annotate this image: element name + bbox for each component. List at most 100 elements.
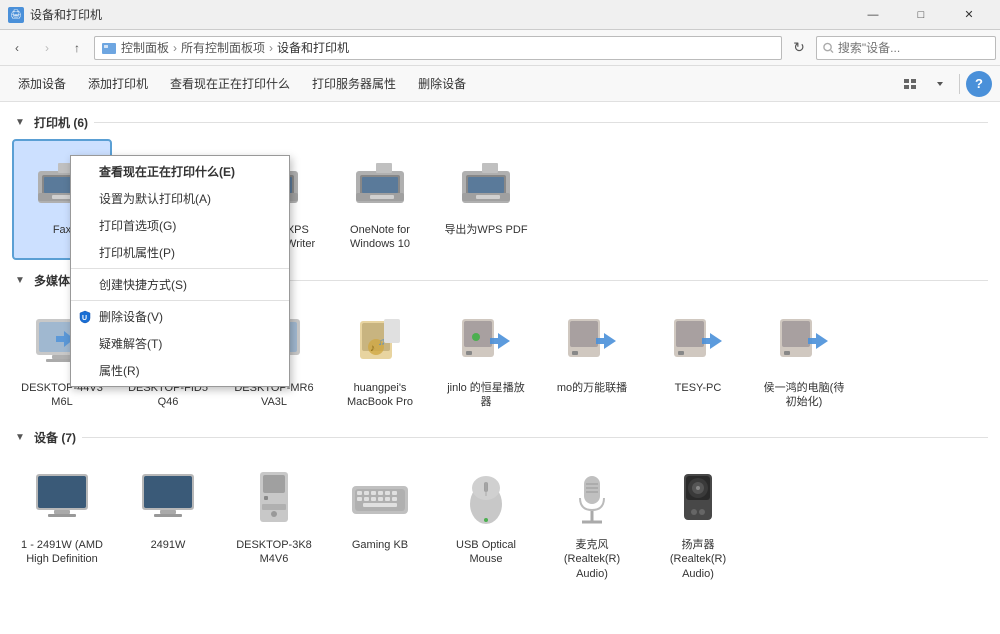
path-sep-1: › [173,41,177,55]
address-path[interactable]: 控制面板 › 所有控制面板项 › 设备和打印机 [94,36,782,60]
address-bar: ‹ › ↑ 控制面板 › 所有控制面板项 › 设备和打印机 ↻ [0,30,1000,66]
printers-label: 打印机 (6) [34,114,88,131]
device-macbook[interactable]: ♪ ♫ huangpei's MacBook Pro [330,297,430,418]
ctx-see-print-label: 查看现在正在打印什么(E) [99,163,235,180]
search-icon [823,42,834,54]
hou-icon [768,305,840,377]
ctx-printer-prop-label: 打印机属性(P) [99,244,175,261]
chevron-down-icon [935,79,945,89]
device-tesy[interactable]: TESY-PC [648,297,748,418]
speaker-label: 扬声器 (Realtek(R) Audio) [654,538,742,581]
printer-wps[interactable]: 导出为WPS PDF [436,139,536,260]
monitor2-icon [132,462,204,534]
devices-toggle[interactable]: ▼ [12,430,28,446]
device-jinlo[interactable]: jinlo 的恒星播放 器 [436,297,536,418]
devices-grid: 1 - 2491W (AMD High Definition 2491W [12,454,988,589]
ctx-remove-device[interactable]: U 删除设备(V) [71,303,289,330]
ctx-set-default[interactable]: 设置为默认打印机(A) [71,185,289,212]
wps-printer-icon [450,147,522,219]
ctx-sep-2 [71,300,289,301]
window-controls: — □ ✕ [850,0,992,30]
svg-text:♪: ♪ [370,343,375,354]
desktop3k8-label: DESKTOP-3K8 M4V6 [230,538,318,567]
remove-device-button[interactable]: 删除设备 [408,70,476,98]
minimize-button[interactable]: — [850,0,896,30]
path-sep-2: › [269,41,273,55]
usb-mouse-label: USB Optical Mouse [442,538,530,567]
multimedia-toggle[interactable]: ▼ [12,272,28,288]
ctx-create-shortcut-label: 创建快捷方式(S) [99,276,187,293]
desktop3k8-icon [238,462,310,534]
printers-section-header: ▼ 打印机 (6) [12,114,988,131]
tesy-label: TESY-PC [675,381,722,395]
ctx-troubleshoot-label: 疑难解答(T) [99,335,162,352]
monitor2-label: 2491W [151,538,186,552]
user-avatar[interactable]: ? [966,71,992,97]
view-toggle-button[interactable] [897,71,923,97]
print-server-props-button[interactable]: 打印服务器属性 [302,70,406,98]
path-icon [101,40,117,56]
window-title: 设备和打印机 [30,6,102,23]
close-button[interactable]: ✕ [946,0,992,30]
hou-label: 侯一鸿的电脑(待 初始化) [760,381,848,410]
back-button[interactable]: ‹ [4,35,30,61]
view-dropdown-button[interactable] [927,71,953,97]
ctx-create-shortcut[interactable]: 创建快捷方式(S) [71,271,289,298]
add-device-button[interactable]: 添加设备 [8,70,76,98]
ctx-remove-device-label: 删除设备(V) [99,308,163,325]
mo-icon [556,305,628,377]
forward-button[interactable]: › [34,35,60,61]
microphone-icon [556,462,628,534]
device-microphone[interactable]: 麦克风 (Realtek(R) Audio) [542,454,642,589]
usb-mouse-icon [450,462,522,534]
add-printer-button[interactable]: 添加打印机 [78,70,158,98]
view-icon [903,77,917,91]
refresh-button[interactable]: ↻ [786,35,812,61]
view-print-queue-button[interactable]: 查看现在正在打印什么 [160,70,300,98]
path-part-1[interactable]: 控制面板 [121,39,169,56]
context-menu: 查看现在正在打印什么(E) 设置为默认打印机(A) 打印首选项(G) 打印机属性… [70,155,290,387]
monitor1-icon [26,462,98,534]
gaming-kb-label: Gaming KB [352,538,408,552]
printers-toggle[interactable]: ▼ [12,115,28,131]
onenote-printer-icon [344,147,416,219]
app-icon: 🖨 [8,7,24,23]
ctx-see-print[interactable]: 查看现在正在打印什么(E) [71,158,289,185]
monitor1-label: 1 - 2491W (AMD High Definition [18,538,106,567]
printer-onenote[interactable]: OneNote for Windows 10 [330,139,430,260]
search-box[interactable] [816,36,996,60]
ctx-print-pref-label: 打印首选项(G) [99,217,176,234]
devices-label: 设备 (7) [34,429,76,446]
maximize-button[interactable]: □ [898,0,944,30]
microphone-label: 麦克风 (Realtek(R) Audio) [548,538,636,581]
device-hou[interactable]: 侯一鸿的电脑(待 初始化) [754,297,854,418]
search-input[interactable] [838,41,989,55]
device-mo[interactable]: mo的万能联播 [542,297,642,418]
onenote-printer-label: OneNote for Windows 10 [336,223,424,252]
ctx-properties[interactable]: 属性(R) [71,357,289,384]
jinlo-icon [450,305,522,377]
device-speaker[interactable]: 扬声器 (Realtek(R) Audio) [648,454,748,589]
device-desktop3k8[interactable]: DESKTOP-3K8 M4V6 [224,454,324,589]
ctx-troubleshoot[interactable]: 疑难解答(T) [71,330,289,357]
macbook-icon: ♪ ♫ [344,305,416,377]
macbook-label: huangpei's MacBook Pro [336,381,424,410]
ctx-print-pref[interactable]: 打印首选项(G) [71,212,289,239]
tesy-icon [662,305,734,377]
shield-icon: U [77,309,93,325]
mo-label: mo的万能联播 [557,381,627,395]
toolbar-right: ? [897,71,992,97]
printers-divider [94,122,988,123]
device-monitor2[interactable]: 2491W [118,454,218,589]
device-gaming-kb[interactable]: Gaming KB [330,454,430,589]
fax-label: Fax [53,223,71,237]
ctx-printer-prop[interactable]: 打印机属性(P) [71,239,289,266]
ctx-set-default-label: 设置为默认打印机(A) [99,190,211,207]
device-monitor1[interactable]: 1 - 2491W (AMD High Definition [12,454,112,589]
title-bar-left: 🖨 设备和打印机 [8,6,102,23]
ctx-properties-label: 属性(R) [99,362,140,379]
device-usb-mouse[interactable]: USB Optical Mouse [436,454,536,589]
up-button[interactable]: ↑ [64,35,90,61]
path-part-2[interactable]: 所有控制面板项 [181,39,265,56]
svg-text:U: U [82,315,87,322]
